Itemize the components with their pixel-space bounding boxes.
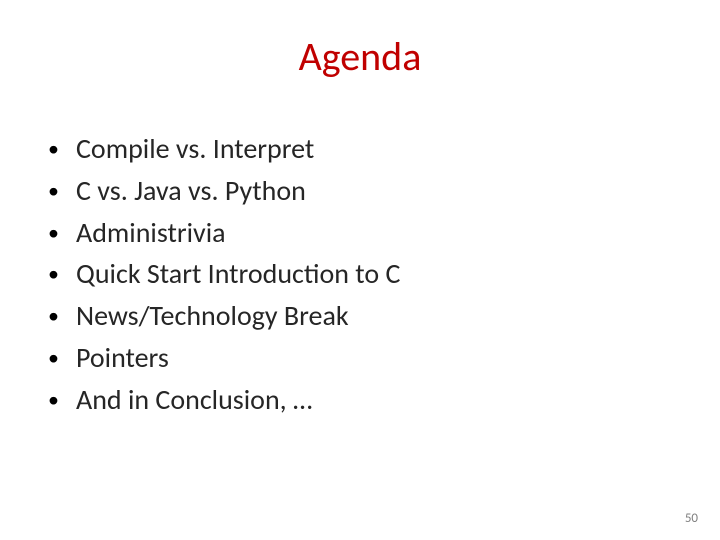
- bullet-text: News/Technology Break: [76, 297, 349, 335]
- bullet-text: C vs. Java vs. Python: [76, 172, 306, 210]
- bullet-icon: •: [48, 180, 76, 202]
- list-item: • News/Technology Break: [48, 297, 672, 335]
- bullet-icon: •: [48, 222, 76, 244]
- bullet-icon: •: [48, 347, 76, 369]
- list-item: • Quick Start Introduction to C: [48, 255, 672, 293]
- bullet-text: Compile vs. Interpret: [76, 130, 314, 168]
- bullet-icon: •: [48, 263, 76, 285]
- list-item: • Compile vs. Interpret: [48, 130, 672, 168]
- bullet-text: Quick Start Introduction to C: [76, 255, 400, 293]
- bullet-text: Administrivia: [76, 214, 226, 252]
- bullet-icon: •: [48, 138, 76, 160]
- bullet-text: And in Conclusion, …: [76, 381, 312, 419]
- slide-body: • Compile vs. Interpret • C vs. Java vs.…: [48, 130, 672, 423]
- slide: Agenda • Compile vs. Interpret • C vs. J…: [0, 0, 720, 540]
- list-item: • C vs. Java vs. Python: [48, 172, 672, 210]
- slide-title: Agenda: [0, 32, 720, 81]
- list-item: • And in Conclusion, …: [48, 381, 672, 419]
- page-number: 50: [685, 511, 698, 526]
- list-item: • Pointers: [48, 339, 672, 377]
- bullet-list: • Compile vs. Interpret • C vs. Java vs.…: [48, 130, 672, 419]
- bullet-text: Pointers: [76, 339, 169, 377]
- bullet-icon: •: [48, 305, 76, 327]
- bullet-icon: •: [48, 389, 76, 411]
- list-item: • Administrivia: [48, 214, 672, 252]
